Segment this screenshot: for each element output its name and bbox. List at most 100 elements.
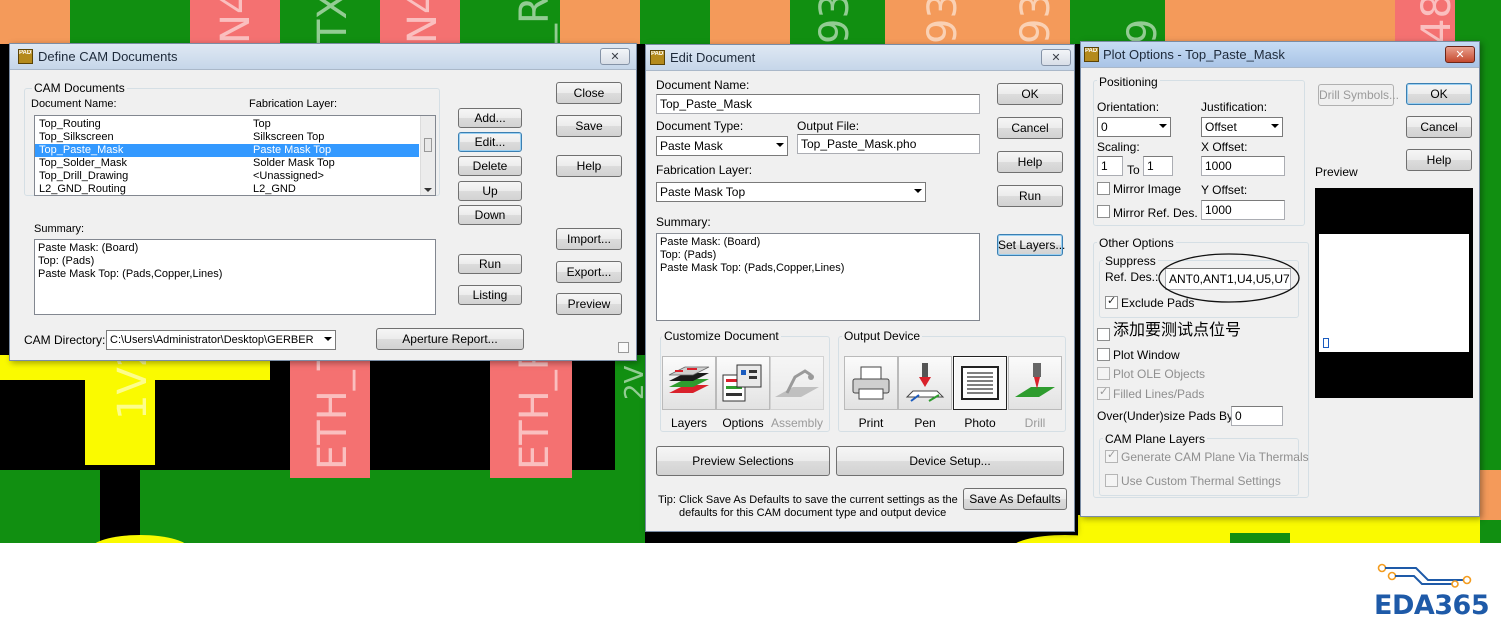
x-offset-field[interactable]: 1000 [1201, 156, 1285, 176]
pcb-label: 932 [1013, 0, 1059, 44]
options-label: Options [722, 416, 764, 430]
oversize-field[interactable]: 0 [1231, 406, 1283, 426]
close-icon[interactable]: ✕ [600, 48, 630, 65]
window-title: Edit Document [670, 50, 756, 65]
cam-directory-select[interactable]: C:\Users\Administrator\Desktop\GERBER [106, 330, 336, 350]
filled-lines-checkbox[interactable] [1097, 385, 1110, 400]
window-title: Plot Options - Top_Paste_Mask [1103, 47, 1285, 62]
set-layers-button[interactable]: Set Layers... [997, 234, 1065, 256]
drill-symbols-button[interactable]: Drill Symbols... [1318, 84, 1399, 106]
ok-button[interactable]: OK [997, 83, 1063, 105]
layers-label: Layers [670, 416, 708, 430]
document-name-field[interactable]: Top_Paste_Mask [656, 94, 980, 114]
annotation-text: 添加要测试点位号 [1113, 320, 1242, 340]
cancel-button[interactable]: Cancel [1406, 116, 1472, 138]
suppress-label: Suppress [1103, 254, 1158, 268]
column-header-name: Document Name: [31, 98, 117, 110]
scroll-down-icon[interactable] [424, 188, 432, 192]
title-bar[interactable]: PADS Edit Document ✕ [646, 45, 1074, 71]
photoplotter-icon [961, 366, 999, 400]
ref-des-label: Ref. Des.: [1105, 270, 1159, 284]
custom-thermal-label: Use Custom Thermal Settings [1121, 474, 1281, 488]
photo-button[interactable] [953, 356, 1007, 410]
up-button[interactable]: Up [458, 181, 522, 201]
options-button[interactable] [716, 356, 770, 410]
help-button[interactable]: Help [997, 151, 1063, 173]
options-icon [722, 364, 762, 402]
summary-box: Paste Mask: (Board) Top: (Pads) Paste Ma… [656, 233, 980, 321]
delete-button[interactable]: Delete [458, 156, 522, 176]
custom-thermal-checkbox[interactable] [1105, 474, 1118, 487]
scale-to-field[interactable]: 1 [1143, 156, 1173, 176]
scale-from-field[interactable]: 1 [1097, 156, 1123, 176]
title-bar[interactable]: PADS Plot Options - Top_Paste_Mask ✕ [1081, 42, 1479, 68]
y-offset-field[interactable]: 1000 [1201, 200, 1285, 220]
oversize-label: Over(Under)size Pads By: [1097, 409, 1237, 423]
run-button[interactable]: Run [997, 185, 1063, 207]
tip-text-line: Tip: Click Save As Defaults to save the … [658, 494, 958, 506]
list-scrollbar[interactable] [420, 116, 435, 195]
justification-select[interactable]: Offset [1201, 117, 1283, 137]
help-button[interactable]: Help [1406, 149, 1472, 171]
drill-button[interactable] [1008, 356, 1062, 410]
mirror-ref-des-checkbox[interactable] [1097, 205, 1110, 218]
import-button[interactable]: Import... [556, 228, 622, 250]
cam-document-list[interactable]: Top_Routing Top Top_Silkscreen Silkscreen … [34, 115, 436, 196]
output-file-field[interactable]: Top_Paste_Mask.pho [797, 134, 980, 154]
to-label: To [1127, 163, 1140, 177]
save-button[interactable]: Save [556, 115, 622, 137]
pcb-label: 481 [1414, 0, 1460, 44]
plot-ole-checkbox[interactable] [1097, 367, 1110, 380]
list-item[interactable]: Top_Routing Top [35, 118, 419, 131]
edit-button[interactable]: Edit... [458, 132, 522, 152]
down-button[interactable]: Down [458, 205, 522, 225]
assembly-button[interactable] [770, 356, 824, 410]
summary-line: Paste Mask: (Board) [38, 242, 139, 254]
list-item[interactable]: Top_Silkscreen Silkscreen Top [35, 131, 419, 144]
fabrication-layer-select[interactable]: Paste Mask Top [656, 182, 926, 202]
orientation-label: Orientation: [1097, 100, 1160, 114]
layers-button[interactable] [662, 356, 716, 410]
list-item[interactable]: Top_Drill_Drawing <Unassigned> [35, 170, 419, 183]
close-button[interactable]: Close [556, 82, 622, 104]
print-button[interactable] [844, 356, 898, 410]
listing-button[interactable]: Listing [458, 285, 522, 305]
export-button[interactable]: Export... [556, 261, 622, 283]
positioning-label: Positioning [1097, 75, 1160, 89]
run-button[interactable]: Run [458, 254, 522, 274]
print-label: Print [858, 416, 884, 430]
orientation-select[interactable]: 0 [1097, 117, 1171, 137]
list-item[interactable]: Top_Solder_Mask Solder Mask Top [35, 157, 419, 170]
y-offset-label: Y Offset: [1201, 183, 1248, 197]
gen-thermals-checkbox[interactable] [1105, 448, 1118, 463]
preview-button[interactable]: Preview [556, 293, 622, 315]
close-icon[interactable]: ✕ [1041, 49, 1071, 66]
list-item[interactable]: L2_GND_Routing L2_GND [35, 183, 419, 195]
exclude-pads-checkbox[interactable] [1105, 294, 1118, 309]
help-button[interactable]: Help [556, 155, 622, 177]
close-icon[interactable]: ✕ [1445, 46, 1475, 63]
hidden-option-checkbox[interactable] [1097, 328, 1110, 341]
plot-window-checkbox[interactable] [1097, 348, 1110, 361]
add-button[interactable]: Add... [458, 108, 522, 128]
title-bar[interactable]: PADS Define CAM Documents ✕ [10, 44, 636, 70]
summary-line: Top: (Pads) [38, 255, 95, 267]
document-type-select[interactable]: Paste Mask [656, 136, 788, 156]
pcb-label: 938 [812, 0, 858, 44]
save-as-defaults-button[interactable]: Save As Defaults [963, 488, 1067, 510]
mirror-image-checkbox[interactable] [1097, 182, 1110, 195]
preview-selections-button[interactable]: Preview Selections [656, 446, 830, 476]
drill-icon [1015, 363, 1055, 397]
pen-button[interactable] [898, 356, 952, 410]
device-setup-button[interactable]: Device Setup... [836, 446, 1064, 476]
pcb-label: N4 [213, 0, 259, 44]
list-item-selected[interactable]: Top_Paste_Mask Paste Mask Top [35, 144, 419, 157]
aperture-report-button[interactable]: Aperture Report... [376, 328, 524, 350]
pcb-label: ETH_R [512, 342, 558, 470]
eda365-logo-text: EDA365 [1374, 590, 1490, 621]
resize-grip-icon[interactable] [618, 342, 629, 353]
scaling-label: Scaling: [1097, 140, 1140, 154]
fabrication-layer-label: Fabrication Layer: [656, 163, 753, 177]
ok-button[interactable]: OK [1406, 83, 1472, 105]
cancel-button[interactable]: Cancel [997, 117, 1063, 139]
